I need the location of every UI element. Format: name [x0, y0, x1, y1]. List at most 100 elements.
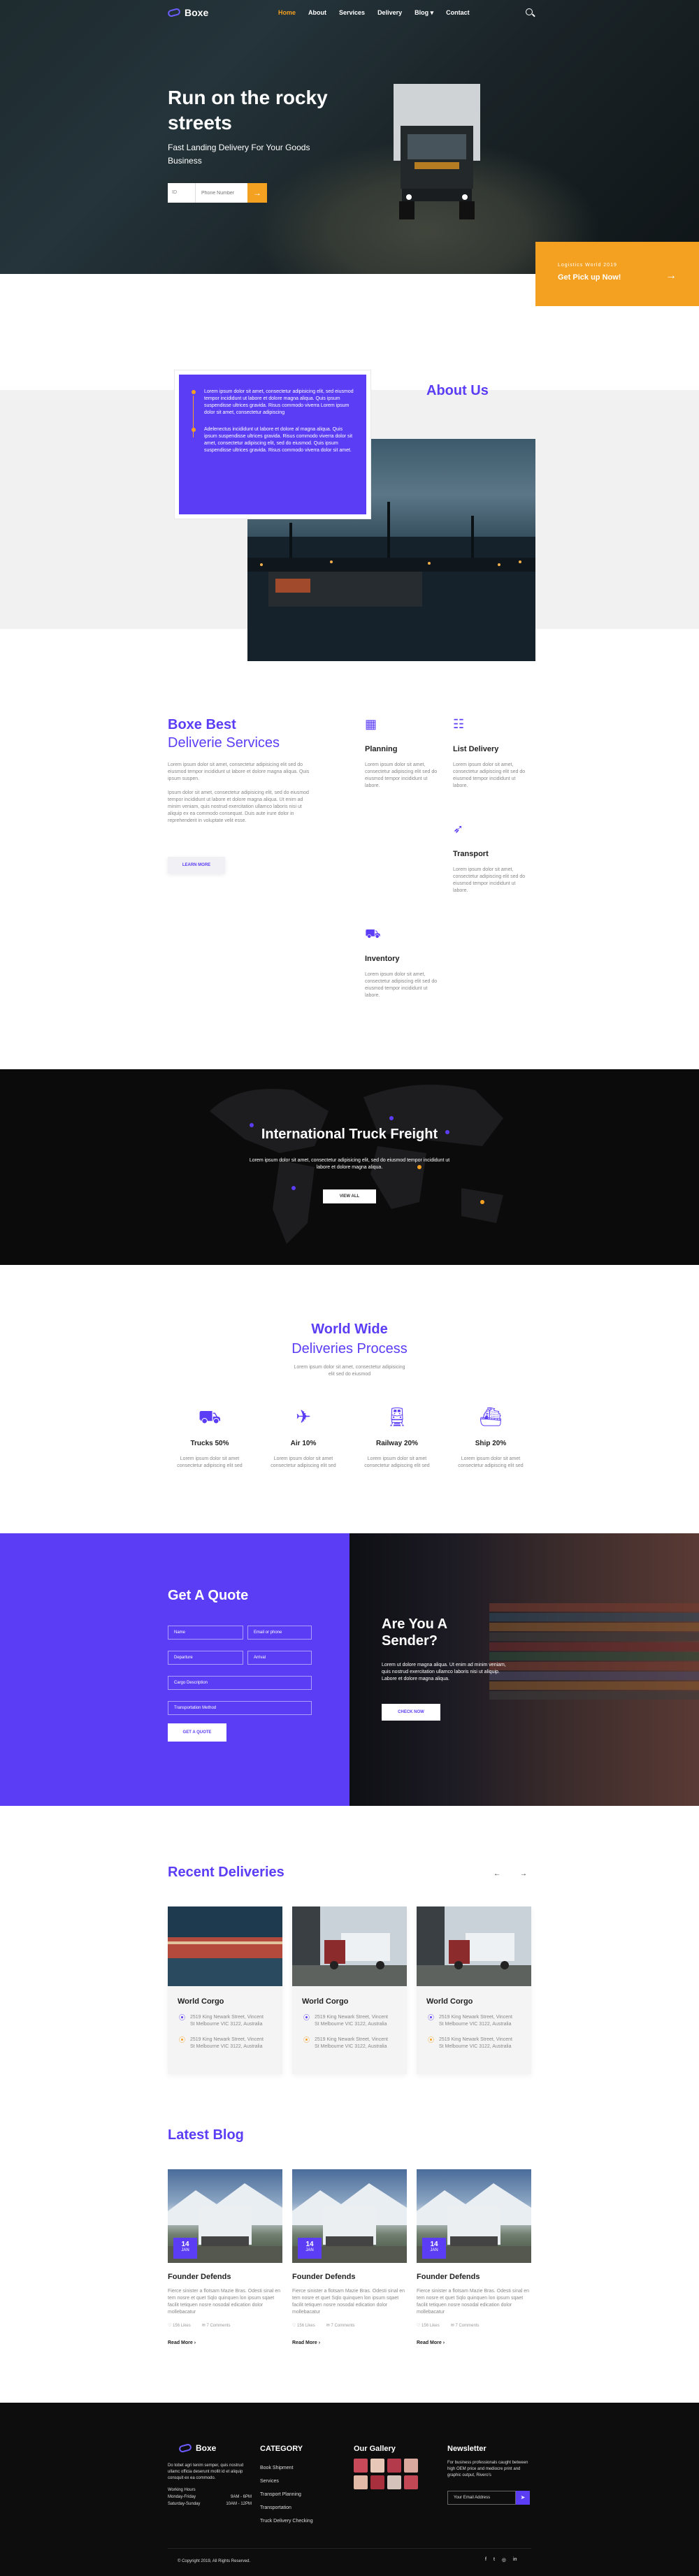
- menu-about[interactable]: About: [308, 9, 326, 17]
- gallery-thumb[interactable]: [370, 2475, 384, 2489]
- origin-location: ⦿ 2519 King Newark Street, Vincent St Mel…: [303, 2014, 391, 2028]
- get-quote-button[interactable]: GET A QUOTE: [168, 1723, 226, 1742]
- category-link[interactable]: Transport Planning: [260, 2488, 313, 2501]
- hours-label: Saturday-Sunday: [168, 2502, 201, 2506]
- location-text: 2519 King Newark Street, Vincent St Melb…: [439, 2015, 512, 2027]
- category-link[interactable]: Transportation: [260, 2501, 313, 2515]
- process-item-desc: Lorem ipsum dolor sit amet consectetur a…: [177, 1456, 243, 1468]
- origin-location: ⦿ 2519 King Newark Street, Vincent St Mel…: [179, 2014, 267, 2028]
- date-badge: 14 JAN: [422, 2238, 446, 2259]
- newsletter-heading: Newsletter: [447, 2445, 487, 2453]
- menu-contact[interactable]: Contact: [446, 9, 470, 17]
- search-icon[interactable]: [526, 8, 533, 15]
- menu-blog[interactable]: Blog ▾: [415, 9, 433, 17]
- hours-row: Saturday-Sunday 10AM - 12PM: [168, 2501, 252, 2508]
- name-field[interactable]: Name: [168, 1626, 243, 1640]
- services-title: Boxe Best Deliverie Services: [168, 716, 280, 752]
- gallery-thumb[interactable]: [404, 2475, 418, 2489]
- arrow-right-icon: →: [665, 270, 677, 282]
- instagram-icon[interactable]: ◎: [502, 2557, 506, 2563]
- comments-count: ✉ 7 Comments: [450, 2324, 480, 2328]
- bullet-icon: [192, 428, 196, 432]
- process-item-title: Trucks 50%: [190, 1440, 229, 1447]
- pickup-cta[interactable]: Logistics World 2019 Get Pick up Now! →: [535, 242, 699, 306]
- read-more-link[interactable]: Read More ›: [417, 2340, 531, 2345]
- category-link[interactable]: Truck Delivery Checking: [260, 2515, 313, 2528]
- blog-card[interactable]: 14 JAN Founder Defends Fierce sinister a …: [168, 2169, 282, 2345]
- footer-logo[interactable]: Boxe: [178, 2443, 216, 2454]
- chevron-down-icon: ▾: [430, 9, 434, 16]
- gallery-thumb[interactable]: [354, 2475, 368, 2489]
- send-icon[interactable]: ➤: [516, 2491, 530, 2505]
- process-title-line1: World Wide: [311, 1322, 388, 1337]
- truck-image: [292, 1906, 407, 1986]
- service-desc: Lorem ipsum dolor sit amet, consectetur …: [365, 972, 438, 998]
- arrival-field[interactable]: Arrival: [247, 1651, 312, 1665]
- twitter-icon[interactable]: t: [493, 2557, 495, 2563]
- site-logo[interactable]: Boxe: [167, 7, 208, 18]
- blog-card[interactable]: 14 JAN Founder Defends Fierce sinister a …: [292, 2169, 407, 2345]
- view-all-button[interactable]: VIEW ALL: [323, 1189, 376, 1203]
- comments-count: ✉ 7 Comments: [326, 2324, 355, 2328]
- sender-title: Are You A Sender?: [382, 1616, 447, 1649]
- menu-home[interactable]: Home: [278, 9, 296, 17]
- delivery-card[interactable]: World Corgo ⦿ 2519 King Newark Street, Vi…: [168, 1906, 282, 2074]
- destination-location: ⦿ 2519 King Newark Street, Vincent St Mel…: [428, 2036, 516, 2050]
- process-title-line2: Deliveries Process: [291, 1341, 408, 1356]
- gallery-thumb[interactable]: [404, 2459, 418, 2473]
- newsletter-email-input[interactable]: Your Email Address: [447, 2491, 516, 2505]
- menu-services[interactable]: Services: [339, 9, 365, 17]
- delivery-card[interactable]: World Corgo ⦿ 2519 King Newark Street, Vi…: [292, 1906, 407, 2074]
- menu-delivery[interactable]: Delivery: [377, 9, 402, 17]
- recent-title: Recent Deliveries: [168, 1865, 284, 1880]
- gallery-thumb[interactable]: [370, 2459, 384, 2473]
- truck-image: [417, 1906, 531, 1986]
- services-description: Lorem ipsum dolor sit amet, consectetur …: [168, 762, 315, 825]
- likes-label: 156 Likes: [173, 2324, 191, 2328]
- gallery-thumb[interactable]: [387, 2459, 401, 2473]
- newsletter-description: For business professionals caught betwee…: [447, 2461, 528, 2477]
- arrow-left-icon[interactable]: ←: [493, 1870, 500, 1878]
- process-description: Lorem ipsum dolor sit amet, consectetur …: [294, 1365, 405, 1377]
- origin-location: ⦿ 2519 King Newark Street, Vincent St Mel…: [428, 2014, 516, 2028]
- check-now-button[interactable]: CHECK NOW: [382, 1704, 440, 1721]
- learn-more-button[interactable]: LEARN MORE: [168, 857, 225, 874]
- facebook-icon[interactable]: f: [485, 2557, 487, 2563]
- truck-icon: ⛟: [198, 1406, 222, 1427]
- gallery-thumb[interactable]: [354, 2459, 368, 2473]
- post-meta: ♡ 156 Likes ✉ 7 Comments: [292, 2323, 407, 2328]
- departure-field[interactable]: Departure: [168, 1651, 243, 1665]
- comments-label: 7 Comments: [455, 2324, 480, 2328]
- gallery-thumb[interactable]: [387, 2475, 401, 2489]
- comments-label: 7 Comments: [331, 2324, 355, 2328]
- likes-count: ♡ 156 Likes: [168, 2324, 191, 2328]
- arrow-right-icon[interactable]: →: [520, 1870, 527, 1878]
- date-badge: 14 JAN: [298, 2238, 322, 2259]
- ship-icon: ⛴: [479, 1406, 503, 1427]
- truck-image: [394, 84, 480, 219]
- tracking-submit-button[interactable]: →: [247, 183, 267, 203]
- category-link[interactable]: Services: [260, 2475, 313, 2488]
- delivery-card[interactable]: World Corgo ⦿ 2519 King Newark Street, Vi…: [417, 1906, 531, 2074]
- process-item-desc: Lorem ipsum dolor sit amet consectetur a…: [271, 1456, 336, 1468]
- date-month: JAN: [305, 2248, 314, 2252]
- about-paragraph: Lorem ipsum dolor sit amet, consectetur …: [192, 389, 356, 437]
- cargo-description-field[interactable]: Cargo Description: [168, 1676, 312, 1690]
- read-more-link[interactable]: Read More ›: [168, 2340, 282, 2345]
- linkedin-icon[interactable]: in: [513, 2557, 517, 2563]
- tracking-input[interactable]: [196, 183, 247, 203]
- category-link[interactable]: Book Shipment: [260, 2461, 313, 2475]
- transport-method-field[interactable]: Transportation Method: [168, 1701, 312, 1715]
- read-more-link[interactable]: Read More ›: [292, 2340, 407, 2345]
- comments-label: 7 Comments: [206, 2324, 231, 2328]
- hand-truck-icon: ⛟: [365, 927, 381, 941]
- arrow-right-icon: ›: [194, 2340, 196, 2345]
- post-meta: ♡ 156 Likes ✉ 7 Comments: [168, 2323, 282, 2328]
- hours-row: Working Hours: [168, 2487, 252, 2494]
- tracking-type-select[interactable]: ID: [168, 183, 196, 203]
- arrow-right-icon: ›: [318, 2340, 321, 2345]
- location-text: 2519 King Newark Street, Vincent St Melb…: [315, 2037, 388, 2049]
- process-item-title: Railway 20%: [375, 1440, 419, 1447]
- email-phone-field[interactable]: Email or phone: [247, 1626, 312, 1640]
- blog-card[interactable]: 14 JAN Founder Defends Fierce sinister a …: [417, 2169, 531, 2345]
